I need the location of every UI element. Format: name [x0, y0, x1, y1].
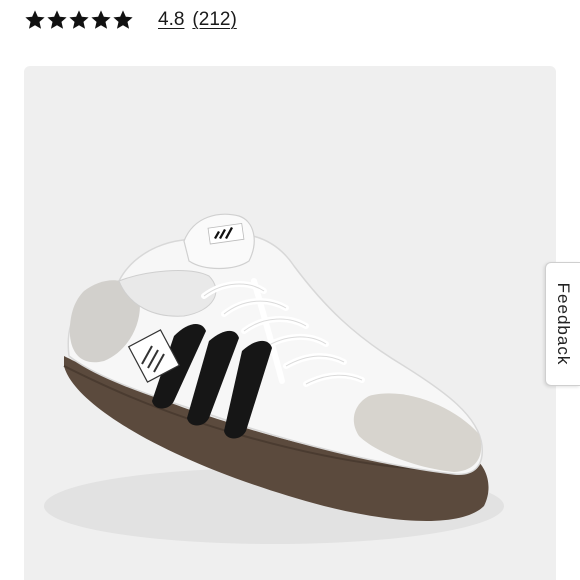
- star-icon: [91, 10, 111, 29]
- feedback-button[interactable]: Feedback: [545, 262, 580, 386]
- rating-value-link[interactable]: 4.8: [158, 9, 184, 31]
- sneaker-photo-icon: [44, 213, 504, 544]
- star-icon: [69, 10, 89, 29]
- rating-row: 4.8 (212): [24, 6, 237, 34]
- feedback-label: Feedback: [554, 282, 573, 366]
- star-rating[interactable]: [24, 9, 134, 31]
- star-icon: [113, 10, 133, 29]
- star-icon: [25, 10, 45, 29]
- star-icon: [47, 10, 67, 29]
- product-image[interactable]: [24, 66, 556, 580]
- review-count-link[interactable]: (212): [192, 9, 236, 31]
- product-page: 4.8 (212) Feedback: [0, 0, 580, 580]
